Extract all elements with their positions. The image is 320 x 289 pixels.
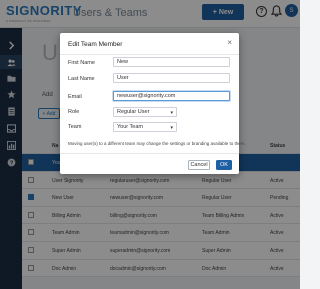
team-select[interactable]: Your Team ▾	[113, 122, 177, 132]
team-change-note: Moving user(s) to a different team may c…	[68, 141, 246, 146]
first-name-field[interactable]: New	[113, 57, 230, 67]
team-label: Team	[68, 124, 82, 130]
cancel-button[interactable]: Cancel	[188, 160, 210, 170]
divider	[60, 54, 239, 55]
last-name-field[interactable]: User	[113, 73, 230, 83]
chevron-down-icon: ▾	[170, 110, 173, 116]
email-label: Email	[68, 94, 82, 100]
team-select-value: Your Team	[117, 124, 143, 130]
email-field[interactable]: newuser@signority.com	[113, 91, 230, 101]
chevron-down-icon: ▾	[170, 125, 173, 131]
dialog-title: Edit Team Member	[68, 41, 123, 48]
divider	[60, 153, 239, 154]
first-name-label: First Name	[68, 60, 95, 66]
role-select-value: Regular User	[117, 109, 150, 115]
ok-button[interactable]: OK	[216, 160, 232, 170]
role-select[interactable]: Regular User ▾	[113, 107, 177, 117]
close-icon[interactable]: ×	[227, 39, 232, 47]
last-name-label: Last Name	[68, 76, 95, 82]
edit-team-member-dialog: Edit Team Member × First Name New Last N…	[60, 33, 246, 174]
role-label: Role	[68, 109, 80, 115]
